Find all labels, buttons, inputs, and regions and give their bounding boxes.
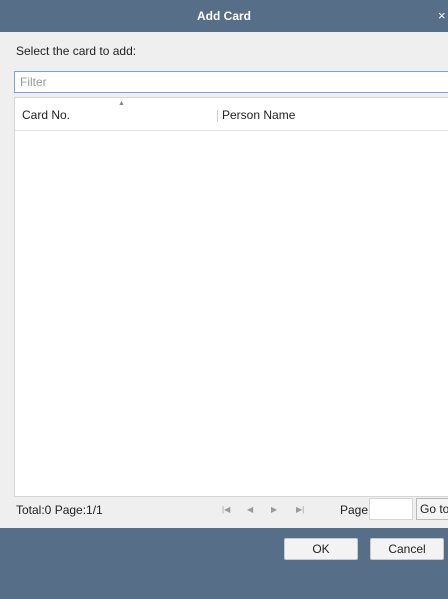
- page-number-input[interactable]: [369, 498, 413, 520]
- instruction-label: Select the card to add:: [16, 44, 137, 58]
- pagination-bar: Total:0 Page:1/1 |◀ ◀ ▶ ▶| Page Go to: [0, 498, 448, 522]
- first-page-icon[interactable]: |◀: [222, 504, 230, 516]
- add-card-dialog: Add Card × Select the card to add: Card …: [0, 0, 448, 599]
- previous-page-icon[interactable]: ◀: [247, 504, 253, 516]
- total-count-label: Total:0 Page:1/1: [16, 503, 103, 517]
- card-table: Card No. ▲ Person Name: [14, 97, 448, 497]
- column-separator[interactable]: [217, 110, 218, 122]
- close-icon[interactable]: ×: [438, 0, 448, 32]
- last-page-icon[interactable]: ▶|: [296, 504, 304, 516]
- ok-button[interactable]: OK: [284, 538, 358, 560]
- dialog-title: Add Card: [197, 9, 251, 23]
- column-header-person-name[interactable]: Person Name: [222, 98, 295, 130]
- next-page-icon[interactable]: ▶: [271, 504, 277, 516]
- filter-input[interactable]: [14, 71, 448, 93]
- cancel-button[interactable]: Cancel: [370, 538, 444, 560]
- table-header: Card No. ▲ Person Name: [15, 98, 448, 131]
- button-bar: OK Cancel: [0, 528, 448, 599]
- page-label: Page: [340, 503, 369, 517]
- title-bar: Add Card ×: [0, 0, 448, 32]
- table-body: [15, 131, 448, 496]
- column-header-card-no[interactable]: Card No.: [22, 98, 70, 130]
- go-to-button[interactable]: Go to: [416, 498, 448, 520]
- sort-ascending-icon: ▲: [118, 100, 125, 107]
